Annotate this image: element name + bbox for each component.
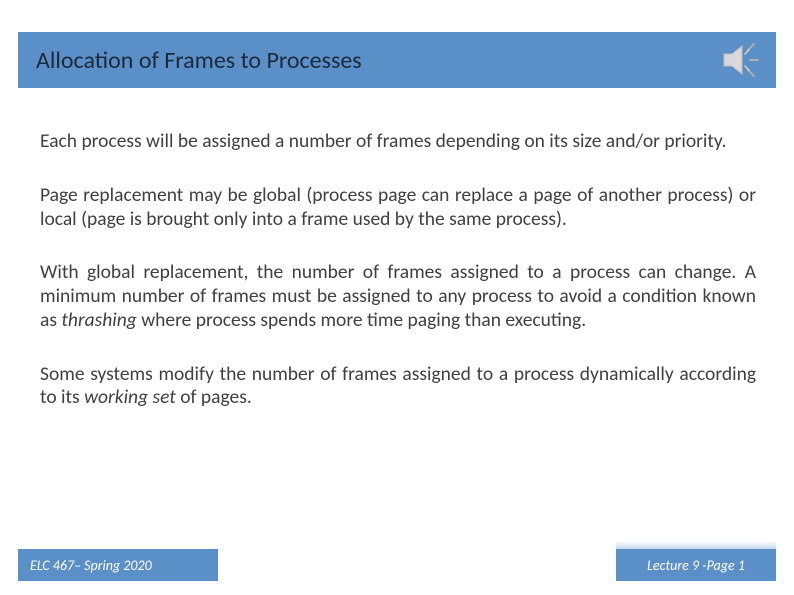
footer-course: ELC 467– Spring 2020 — [18, 549, 218, 581]
paragraph-3: With global replacement, the number of f… — [40, 261, 756, 332]
content-area: Each process will be assigned a number o… — [40, 130, 756, 410]
footer-course-text: ELC 467– Spring 2020 — [30, 557, 152, 574]
working-set-term: working set — [84, 385, 176, 409]
slide: Allocation of Frames to Processes Each p… — [0, 0, 794, 595]
footer-page-text: Lecture 9 -Page 1 — [647, 557, 745, 574]
paragraph-3b: where process spends more time paging th… — [137, 308, 586, 332]
paragraph-1: Each process will be assigned a number o… — [40, 130, 756, 154]
footer-right-fade — [616, 541, 776, 549]
thrashing-term: thrashing — [61, 308, 136, 332]
paragraph-4b: of pages. — [176, 385, 252, 409]
speaker-icon — [718, 36, 766, 84]
footer-page: Lecture 9 -Page 1 — [616, 549, 776, 581]
title-bar: Allocation of Frames to Processes — [18, 32, 776, 88]
paragraph-2: Page replacement may be global (process … — [40, 184, 756, 232]
slide-title: Allocation of Frames to Processes — [36, 46, 362, 75]
paragraph-4: Some systems modify the number of frames… — [40, 363, 756, 411]
